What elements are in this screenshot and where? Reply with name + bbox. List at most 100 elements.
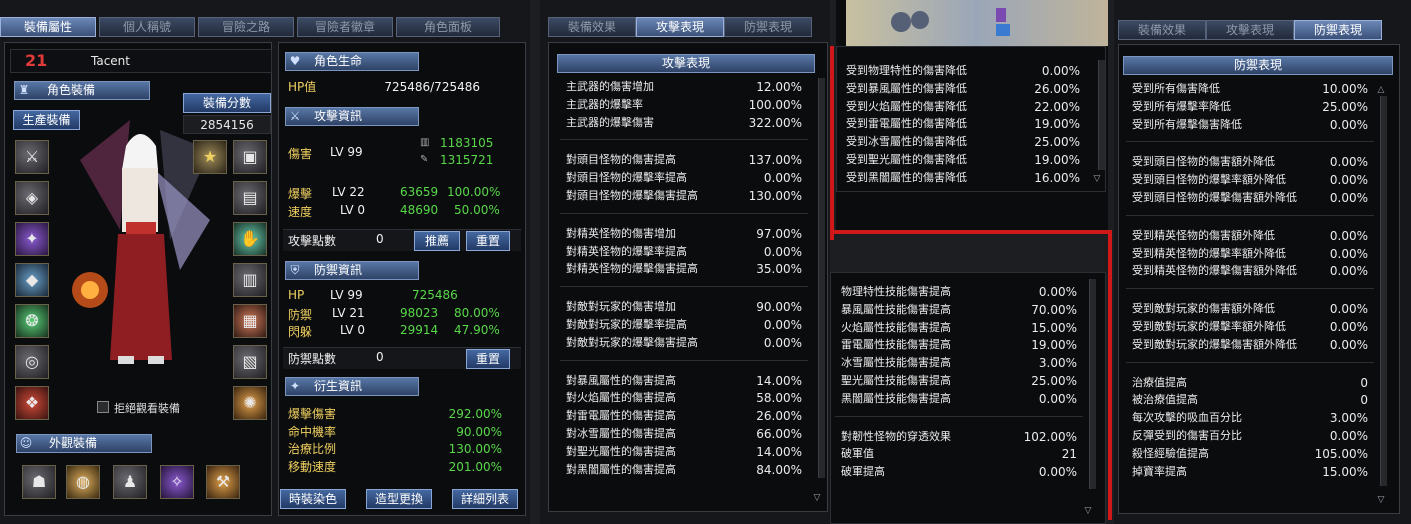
tab-equipment-effect[interactable]: 裝備效果 [548,17,636,37]
stat-row: 受到冰雪屬性的傷害降低 25.00% [846,133,1080,151]
stat-label: 對精英怪物的爆擊傷害提高 [566,262,698,276]
shoulder-slot[interactable]: ◈ [15,181,49,215]
earring-slot[interactable]: ❖ [15,386,49,420]
scroll-down-icon[interactable]: ▽ [1376,496,1386,505]
level-name-bar: 21 Tacent [10,49,272,73]
stat-label: 每次攻擊的吸血百分比 [1132,411,1242,425]
defense-label: 防禦 [288,308,313,322]
tab-character-panel[interactable]: 角色面板 [396,17,500,37]
stat-value: 0.00% [1329,173,1368,188]
stat-row: 對雷電屬性的傷害提高 26.00% [566,407,802,425]
tab-defense-performance[interactable]: 防禦表現 [724,17,812,37]
stat-value: 0.00% [1038,465,1077,480]
stat-label: 冰雪屬性技能傷害提高 [841,356,951,370]
chest-slot[interactable]: ▤ [233,181,267,215]
defense-section-header: ⛨ 防禦資訊 [285,261,419,280]
artifact-slot[interactable]: ✺ [233,386,267,420]
boots-slot[interactable]: ▦ [233,304,267,338]
tab-equipment-effect[interactable]: 裝備效果 [1118,20,1206,40]
gem-icon: ✦ [25,229,39,248]
stat-label: 暴風屬性技能傷害提高 [841,302,951,316]
stat-row: 對頭目怪物的傷害提高 137.00% [566,151,802,169]
stat-value: 26.00% [756,409,802,424]
refuse-view-checkbox[interactable] [97,401,109,413]
helmet-slot[interactable]: ▣ [233,140,267,174]
stat-value: 0.00% [763,171,802,186]
tab-defense-performance[interactable]: 防禦表現 [1294,20,1382,40]
appearance-slot-1[interactable]: ☗ [22,465,56,499]
top-slot[interactable]: ✦ [15,222,49,256]
appearance-slot-4[interactable]: ✧ [160,465,194,499]
fashion-dye-button[interactable]: 時裝染色 [280,489,346,509]
attack-reset-button[interactable]: 重置 [466,231,510,251]
defense-reset-button[interactable]: 重置 [466,349,510,369]
stat-label: 火焰屬性技能傷害提高 [841,320,951,334]
stat-row: 對精英怪物的爆擊率提高 0.00% [566,243,802,261]
stat-value: 25.00% [1034,135,1080,150]
scroll-down-icon[interactable]: ▽ [1092,175,1102,184]
defense-value: 98023 [400,306,439,320]
group-divider [1126,361,1374,363]
element-defense-scrollbar[interactable] [1098,60,1105,170]
weapon-slot[interactable]: ⚔ [15,140,49,174]
tab-adventurer-badge[interactable]: 冒險者徽章 [297,17,393,37]
stat-row: 殺怪經驗值提高 105.00% [1132,445,1368,463]
scroll-down-icon[interactable]: ▽ [812,494,822,503]
ring-slot[interactable]: ◎ [15,345,49,379]
title-slot[interactable]: ★ [193,140,227,174]
speed-level: LV 0 [340,203,366,217]
attack-scrollbar[interactable] [818,78,825,478]
skill-damage-scrollbar[interactable] [1089,279,1096,489]
equip-section-header: ♜ 角色裝備 [14,81,150,100]
bracelet-icon: ▧ [242,352,258,371]
stat-label: 受到頭目怪物的爆擊傷害額外降低 [1132,191,1297,204]
derived-value: 292.00% [448,407,502,421]
tab-personal-title[interactable]: 個人稱號 [99,17,195,37]
appearance-slot-3[interactable]: ♟ [113,465,147,499]
belt-slot[interactable]: ◆ [15,263,49,297]
attack-performance-list: 主武器的傷害增加 12.00% 主武器的爆擊率 100.00% 主武器的爆擊傷害 322.… [560,78,808,498]
stat-value: 0.00% [1329,155,1368,170]
tab-equipment-attributes[interactable]: 裝備屬性 [0,17,96,37]
recommend-button[interactable]: 推薦 [414,231,460,251]
defense-scrollbar[interactable] [1380,96,1387,486]
tab-attack-performance[interactable]: 攻擊表現 [636,17,724,37]
stat-row: 黑闇屬性技能傷害提高 0.00% [841,390,1077,408]
stat-label: 受到物理特性的傷害降低 [846,64,967,77]
stat-row: 對敵對玩家的傷害增加 90.00% [566,298,802,316]
bracelet-slot[interactable]: ▧ [233,345,267,379]
appearance-slot-2[interactable]: ◍ [66,465,100,499]
scroll-up-icon[interactable]: △ [1376,86,1386,95]
character-name: Tacent [91,54,130,68]
appearance-section-header: ☺ 外觀裝備 [16,434,152,453]
stat-label: 反彈受到的傷害百分比 [1132,429,1242,442]
derived-label: 命中機率 [288,424,337,439]
necklace-slot[interactable]: ❂ [15,304,49,338]
stat-label: 受到所有爆擊率降低 [1132,99,1231,113]
stat-row: 對聖光屬性的傷害提高 14.00% [566,443,802,461]
stat-row: 對精英怪物的爆擊傷害提高 35.00% [566,260,802,278]
damage-level: LV 99 [330,145,363,159]
stat-label: 對火焰屬性的傷害提高 [566,391,676,405]
stat-value: 15.00% [1322,464,1368,479]
derived-value: 130.00% [448,442,502,456]
stat-row: 對敵對玩家的爆擊傷害提高 0.00% [566,334,802,352]
stat-value: 322.00% [748,115,802,130]
stat-row: 主武器的傷害增加 12.00% [566,78,802,96]
stat-row: 火焰屬性技能傷害提高 15.00% [841,319,1077,337]
tab-attack-performance[interactable]: 攻擊表現 [1206,20,1294,40]
stat-row: 雷電屬性技能傷害提高 19.00% [841,336,1077,354]
stat-label: 受到精英怪物的傷害額外降低 [1132,228,1275,242]
style-change-button[interactable]: 造型更換 [366,489,432,509]
detail-list-button[interactable]: 詳細列表 [452,489,518,509]
tab-adventure-road[interactable]: 冒險之路 [198,17,294,37]
glove-slot[interactable]: ✋ [233,222,267,256]
stat-value: 100.00% [748,97,802,112]
group-divider [1126,288,1374,290]
scroll-down-icon[interactable]: ▽ [1083,507,1093,516]
level-text: 21 [25,51,48,70]
stat-value: 35.00% [756,262,802,277]
pants-slot[interactable]: ▥ [233,263,267,297]
appearance-slot-5[interactable]: ⚒ [206,465,240,499]
crit-percent: 100.00% [447,185,501,199]
